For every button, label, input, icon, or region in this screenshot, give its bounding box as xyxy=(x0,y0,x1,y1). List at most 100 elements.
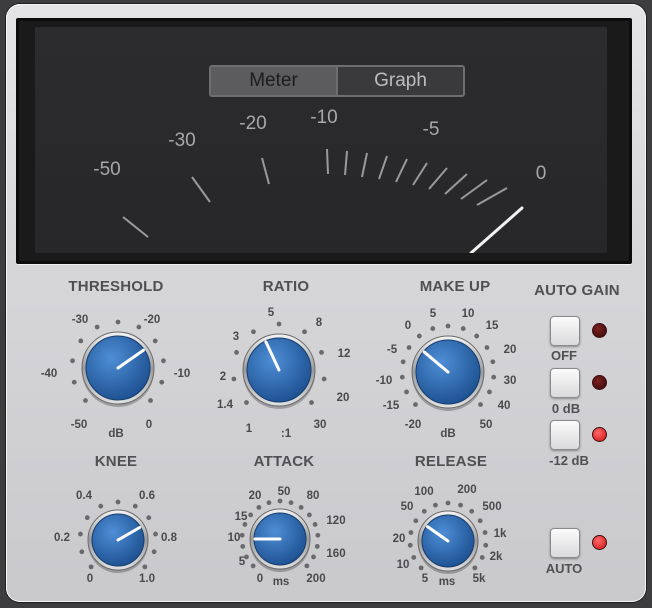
knob-scale-dot xyxy=(94,324,100,330)
knob-scale-label: 20 xyxy=(249,490,262,502)
knob-scale-dot xyxy=(71,379,77,385)
knob-scale-dot xyxy=(79,549,85,555)
knob-scale-dot xyxy=(477,518,483,524)
knob-unit-label: ms xyxy=(439,576,456,588)
knob-scale-label: 5 xyxy=(430,308,437,320)
knob-scale-dot xyxy=(115,499,121,505)
knob-scale-dot xyxy=(445,500,451,506)
makeup-knob[interactable]: -20 -15 -10 -5 0 5 10 15 20 30 40 50 dB xyxy=(376,308,517,440)
knob-scale-label: 2k xyxy=(490,551,503,563)
ratio-knob[interactable]: 1 1.4 2 3 5 8 12 20 30:1 xyxy=(217,307,350,440)
knob-scale-dot xyxy=(399,374,405,380)
knob-scale-dot xyxy=(418,565,424,571)
knob-scale-label: 20 xyxy=(337,392,350,404)
knob-unit-label: dB xyxy=(108,428,123,440)
knob-unit-label: :1 xyxy=(281,428,292,440)
knob-scale-label: -10 xyxy=(174,368,191,380)
knob-scale-dot xyxy=(152,338,158,344)
release-knob[interactable]: 5 10 20 50100 200 500 1k 2k 5k ms xyxy=(393,484,507,588)
knob-scale-dot xyxy=(404,389,409,395)
knob-scale-dot xyxy=(312,522,318,527)
knob-scale-dot xyxy=(408,530,414,535)
knob-scale-label: 5k xyxy=(473,573,486,585)
auto-button[interactable] xyxy=(550,528,580,558)
knob-scale-label: 0 xyxy=(87,573,93,585)
knob-scale-dot xyxy=(146,515,152,521)
knob-scale-dot xyxy=(416,333,422,339)
knob-scale-label: 30 xyxy=(314,419,327,431)
knob-scale-label: -15 xyxy=(383,400,400,412)
knob-scale-dot xyxy=(234,349,239,355)
auto-gain-off-label: OFF xyxy=(551,348,577,363)
knob-scale-dot xyxy=(78,338,84,344)
knob-scale-label: 1k xyxy=(494,528,507,540)
knob-scale-label: 1.0 xyxy=(139,573,155,585)
knob-scale-dot xyxy=(250,563,256,569)
knob-scale-dot xyxy=(256,505,262,510)
knob-scale-dot xyxy=(276,321,282,327)
knob-scale-label: 120 xyxy=(326,515,345,527)
knob-scale-dot xyxy=(407,542,413,548)
knob-scale-dot xyxy=(142,564,148,570)
knob-scale-dot xyxy=(445,323,451,329)
knob-scale-label: 0.4 xyxy=(76,490,93,502)
knob-scale-label: 8 xyxy=(316,317,323,329)
knob-scale-dot xyxy=(469,508,475,514)
knob-scale-label: 0.8 xyxy=(161,532,178,544)
attack-knob[interactable]: 05 10 1520 50 80 120 160 200 ms xyxy=(228,486,346,588)
knob-scale-label: 0 xyxy=(405,320,411,332)
knob-scale-label: 15 xyxy=(235,511,248,523)
knob-scale-dot xyxy=(78,531,83,537)
knob-scale-label: 50 xyxy=(401,501,414,513)
knob-scale-dot xyxy=(231,376,237,382)
knob-scale-dot xyxy=(244,400,249,405)
knob-scale-label: 3 xyxy=(233,331,239,343)
knob-scale-dot xyxy=(304,563,310,569)
knob-scale-dot xyxy=(88,564,94,570)
knob-scale-label: 160 xyxy=(326,548,345,560)
knob-scale-dot xyxy=(240,544,246,549)
auto-gain-off-button[interactable] xyxy=(550,316,580,346)
knob-scale-dot xyxy=(311,554,316,560)
auto-gain-title: AUTO GAIN xyxy=(534,282,620,299)
auto-gain-minus12db-button[interactable] xyxy=(550,420,580,450)
knob-scale-label: 10 xyxy=(462,308,475,320)
view-toggle: Meter Graph xyxy=(209,65,465,97)
knob-scale-dot xyxy=(458,502,463,508)
knob-scale-dot xyxy=(472,565,478,571)
knob-unit-label: dB xyxy=(440,428,455,440)
knob-scale-dot xyxy=(430,326,436,331)
knob-scale-dot xyxy=(84,515,90,521)
knob-scale-dot xyxy=(484,345,490,350)
knob-scale-label: 12 xyxy=(338,348,351,360)
knob-unit-label: ms xyxy=(273,576,290,588)
knob-scale-dot xyxy=(491,374,497,380)
knob-scale-dot xyxy=(421,508,427,514)
knob-scale-dot xyxy=(161,358,166,364)
knee-knob[interactable]: 0 0.2 0.4 0.6 0.8 1.0 xyxy=(54,490,178,585)
knob-scale-dot xyxy=(413,518,419,524)
auto-led xyxy=(592,535,607,550)
knob-scale-dot xyxy=(482,530,488,535)
knob-scale-label: 0 xyxy=(146,419,152,431)
knob-scale-dot xyxy=(306,512,312,518)
knob-scale-label: 20 xyxy=(393,533,406,545)
knob-scale-dot xyxy=(277,498,283,504)
knob-scale-dot xyxy=(239,532,245,538)
knob-scale-dot xyxy=(483,542,489,548)
threshold-knob[interactable]: -50 -40 -30 -20 -10 0 dB xyxy=(41,314,191,440)
tab-graph[interactable]: Graph xyxy=(336,67,463,95)
knob-scale-dot xyxy=(400,359,406,365)
knob-scale-dot xyxy=(288,500,294,506)
knob-scale-label: 1.4 xyxy=(217,399,234,411)
knob-scale-label: 5 xyxy=(422,573,429,585)
knob-scale-label: 2 xyxy=(220,371,226,383)
tab-meter[interactable]: Meter xyxy=(211,67,336,95)
knob-scale-dot xyxy=(315,532,321,538)
knob-scale-dot xyxy=(433,502,438,508)
knob-scale-dot xyxy=(136,324,142,330)
auto-gain-0db-button[interactable] xyxy=(550,368,580,398)
knob-scale-dot xyxy=(266,500,272,506)
knob-scale-dot xyxy=(132,503,138,509)
knob-scale-label: 50 xyxy=(278,486,291,498)
